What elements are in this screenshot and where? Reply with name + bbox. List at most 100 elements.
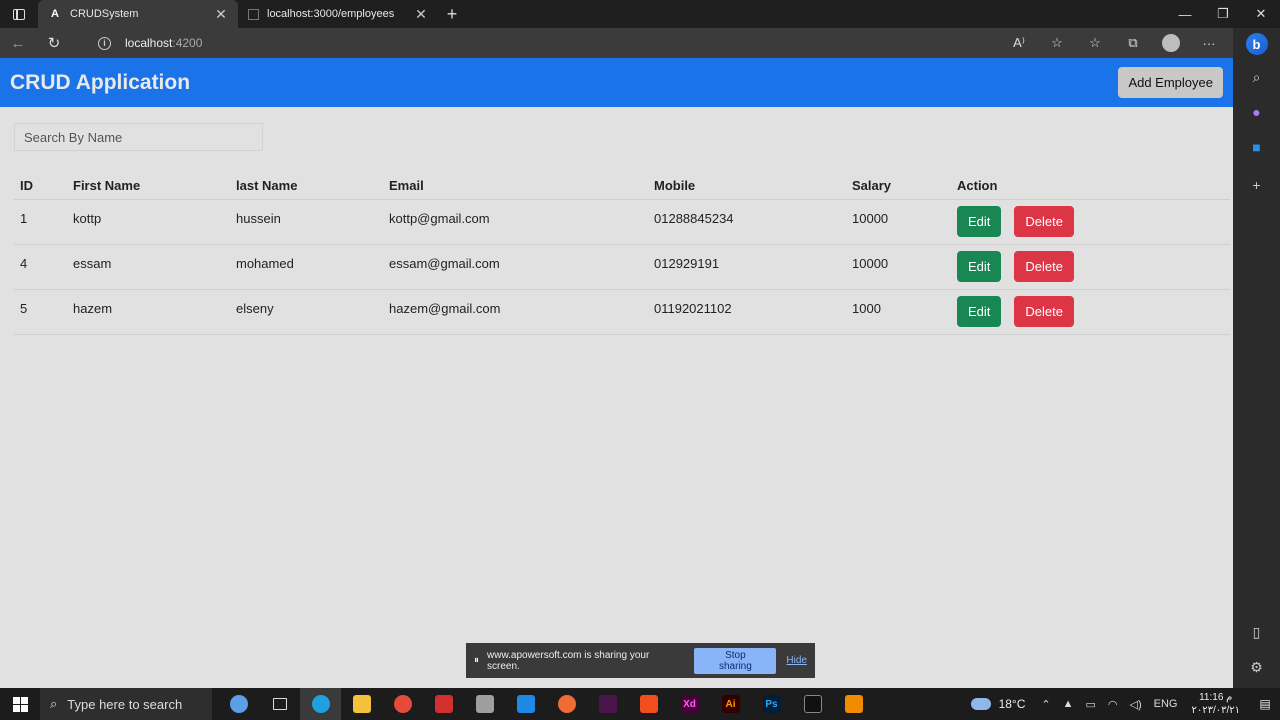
weather-widget[interactable]: 18°C [970,697,1026,711]
cell-id: 1 [14,198,67,244]
vlc-icon[interactable] [833,688,874,720]
notes-icon[interactable] [464,688,505,720]
delete-button[interactable]: Delete [1014,250,1074,282]
clock-time: 11:16 م [1199,692,1233,703]
sidebar-toggle-icon[interactable]: ▯ [1233,616,1280,648]
clock-date: ٢٠٢٣/٠٣/٢١ [1191,705,1240,716]
cell-last-name: mohamed [230,243,383,289]
tab-actions-icon[interactable] [0,0,38,28]
illustrator-icon[interactable]: Ai [710,688,751,720]
table-row: 1 kottp hussein kottp@gmail.com 01288845… [14,198,1230,244]
tab-crudsystem[interactable]: A CRUDSystem ✕ [38,0,238,28]
cell-last-name: hussein [230,198,383,244]
col-action: Action [957,177,998,193]
reload-icon[interactable]: ↻ [36,28,72,58]
acrobat-icon[interactable] [423,688,464,720]
taskbar: ⌕ Type here to search Xd Ai Ps 18°C ⌃ ▲ … [0,688,1280,720]
close-window-icon[interactable]: ✕ [1242,0,1280,28]
taskbar-search[interactable]: ⌕ Type here to search [40,688,212,720]
minimize-icon[interactable]: — [1166,0,1204,28]
page-content: CRUD Application Add Employee ID First N… [0,58,1233,688]
chevron-up-icon[interactable]: ⌃ [1041,698,1050,711]
language-indicator[interactable]: ENG [1154,698,1178,710]
hide-link[interactable]: Hide [786,655,807,666]
file-explorer-icon[interactable] [341,688,382,720]
address-tools: A⁾ ☆ ☆ ⧉ ··· [1000,28,1228,58]
url-port: :4200 [172,36,203,50]
edit-button[interactable]: Edit [957,205,1002,237]
profile-avatar[interactable] [1162,34,1180,52]
taskbar-apps: Xd Ai Ps [218,688,874,720]
chrome-icon[interactable] [382,688,423,720]
new-tab-icon[interactable]: + [438,0,466,28]
tab-employees[interactable]: localhost:3000/employees ✕ [238,0,438,28]
col-email: Email [389,177,424,193]
info-icon[interactable]: i [98,36,111,50]
page-favicon-icon [248,8,259,20]
collections-icon[interactable]: ⧉ [1114,28,1152,58]
photoshop-icon[interactable]: Ps [751,688,792,720]
read-aloud-icon[interactable]: A⁾ [1000,28,1038,58]
games-icon[interactable]: ● [1233,96,1280,128]
add-employee-button[interactable]: Add Employee [1118,67,1223,98]
speaker-icon[interactable]: ◁) [1130,698,1142,711]
window-controls: — ❐ ✕ [1166,0,1280,28]
vlc-tray-icon[interactable]: ▲ [1063,698,1074,710]
cell-action: Edit Delete [951,198,1230,244]
temperature: 18°C [998,697,1026,711]
drag-handle-icon[interactable]: ⏸ [474,655,479,666]
more-icon[interactable]: ··· [1190,28,1228,58]
cell-mobile: 01288845234 [648,198,846,244]
windows-start-icon[interactable] [0,688,40,720]
edge-sidebar: b ⌕ ● ■ + ▯ ⚙ [1233,28,1280,688]
postman-icon[interactable] [546,688,587,720]
bing-icon[interactable]: b [1233,28,1280,60]
close-icon[interactable]: ✕ [414,6,428,23]
vscode-icon[interactable] [505,688,546,720]
add-favorite-icon[interactable]: ☆ [1038,28,1076,58]
employees-table: ID First Name last Name Email Mobile Sal… [14,166,1230,335]
cell-first-name: essam [67,243,230,289]
col-salary: Salary [852,177,892,193]
table-row: 4 essam mohamed essam@gmail.com 01292919… [14,243,1230,289]
outlook-icon[interactable]: ■ [1233,131,1280,163]
edit-button[interactable]: Edit [957,250,1002,282]
cell-first-name: kottp [67,198,230,244]
search-icon[interactable]: ⌕ [1233,61,1280,93]
delete-button[interactable]: Delete [1014,295,1074,327]
favorites-icon[interactable]: ☆ [1076,28,1114,58]
close-icon[interactable]: ✕ [214,6,228,23]
add-icon[interactable]: + [1233,169,1280,201]
maximize-icon[interactable]: ❐ [1204,0,1242,28]
address-bar: ← ↻ i localhost:4200 A⁾ ☆ ☆ ⧉ ··· [0,28,1280,58]
settings-gear-icon[interactable]: ⚙ [1233,651,1280,683]
tab-title: CRUDSystem [70,8,139,20]
search-icon: ⌕ [50,696,58,711]
url-host: localhost [125,36,173,50]
angular-favicon-icon: A [51,8,59,20]
notifications-icon[interactable]: ▤ [1250,697,1280,711]
col-last-name: last Name [236,177,298,193]
stop-sharing-button[interactable]: Stop sharing [694,647,777,674]
task-view-icon[interactable] [259,688,300,720]
search-input[interactable] [14,123,263,151]
delete-button[interactable]: Delete [1014,205,1074,237]
system-tray: 18°C ⌃ ▲ ▭ ◠ ◁) ENG 11:16 م ٢٠٢٣/٠٣/٢١ ▤ [970,688,1280,720]
table-header-row: ID First Name last Name Email Mobile Sal… [14,166,1230,199]
battery-icon[interactable]: ▭ [1085,698,1095,711]
widgets-icon[interactable] [218,688,259,720]
wifi-icon[interactable]: ◠ [1108,698,1118,711]
adobe-xd-icon[interactable]: Xd [669,688,710,720]
browser-tab-bar: A CRUDSystem ✕ localhost:3000/employees … [0,0,1280,28]
url-field[interactable]: i localhost:4200 [86,31,1086,55]
back-icon[interactable]: ← [0,28,36,58]
tab-title: localhost:3000/employees [267,8,395,20]
col-first-name: First Name [73,177,141,193]
slack-icon[interactable] [587,688,628,720]
edit-button[interactable]: Edit [957,295,1002,327]
cell-mobile: 012929191 [648,243,846,289]
edge-icon[interactable] [300,688,341,720]
figma-icon[interactable] [628,688,669,720]
terminal-icon[interactable] [792,688,833,720]
clock[interactable]: 11:16 م ٢٠٢٣/٠٣/٢١ [1191,691,1240,717]
